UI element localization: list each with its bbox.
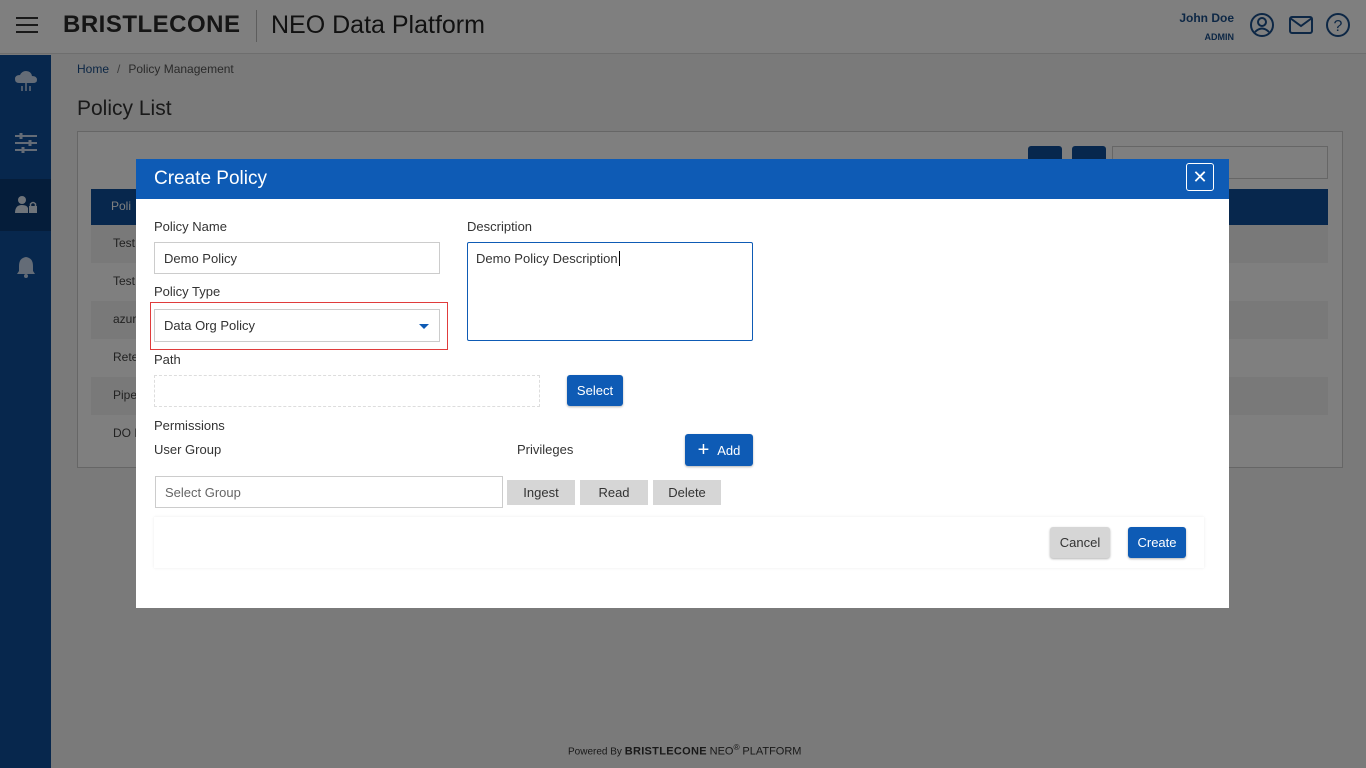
path-input[interactable] [154,375,540,407]
delete-privilege-button[interactable]: Delete [653,480,721,505]
create-button[interactable]: Create [1128,527,1186,558]
path-label: Path [154,352,181,367]
add-permission-button[interactable]: + Add [685,434,753,466]
user-group-label: User Group [154,442,222,457]
policy-type-value: Data Org Policy [164,318,256,333]
description-text: Demo Policy Description [476,251,618,266]
description-textarea[interactable]: Demo Policy Description [467,242,753,341]
modal-header: Create Policy ✕ [136,159,1229,199]
read-privilege-button[interactable]: Read [580,480,648,505]
privileges-label: Privileges [517,442,574,457]
modal-title: Create Policy [154,168,267,189]
policy-name-input[interactable]: Demo Policy [154,242,440,274]
chevron-down-icon [419,324,429,329]
plus-icon: + [697,439,710,461]
permissions-label: Permissions [154,418,225,433]
cancel-button[interactable]: Cancel [1050,527,1110,558]
description-label: Description [467,219,533,234]
select-group-input[interactable]: Select Group [155,476,503,508]
add-button-label: Add [717,442,741,458]
create-policy-modal: Create Policy ✕ Policy Name Demo Policy … [136,159,1229,608]
close-icon[interactable]: ✕ [1186,163,1214,191]
modal-footer: Cancel Create [154,517,1204,568]
ingest-privilege-button[interactable]: Ingest [507,480,575,505]
select-path-button[interactable]: Select [567,375,623,406]
policy-name-label: Policy Name [154,219,227,234]
policy-type-select[interactable]: Data Org Policy [154,309,440,342]
policy-type-label: Policy Type [154,284,221,299]
